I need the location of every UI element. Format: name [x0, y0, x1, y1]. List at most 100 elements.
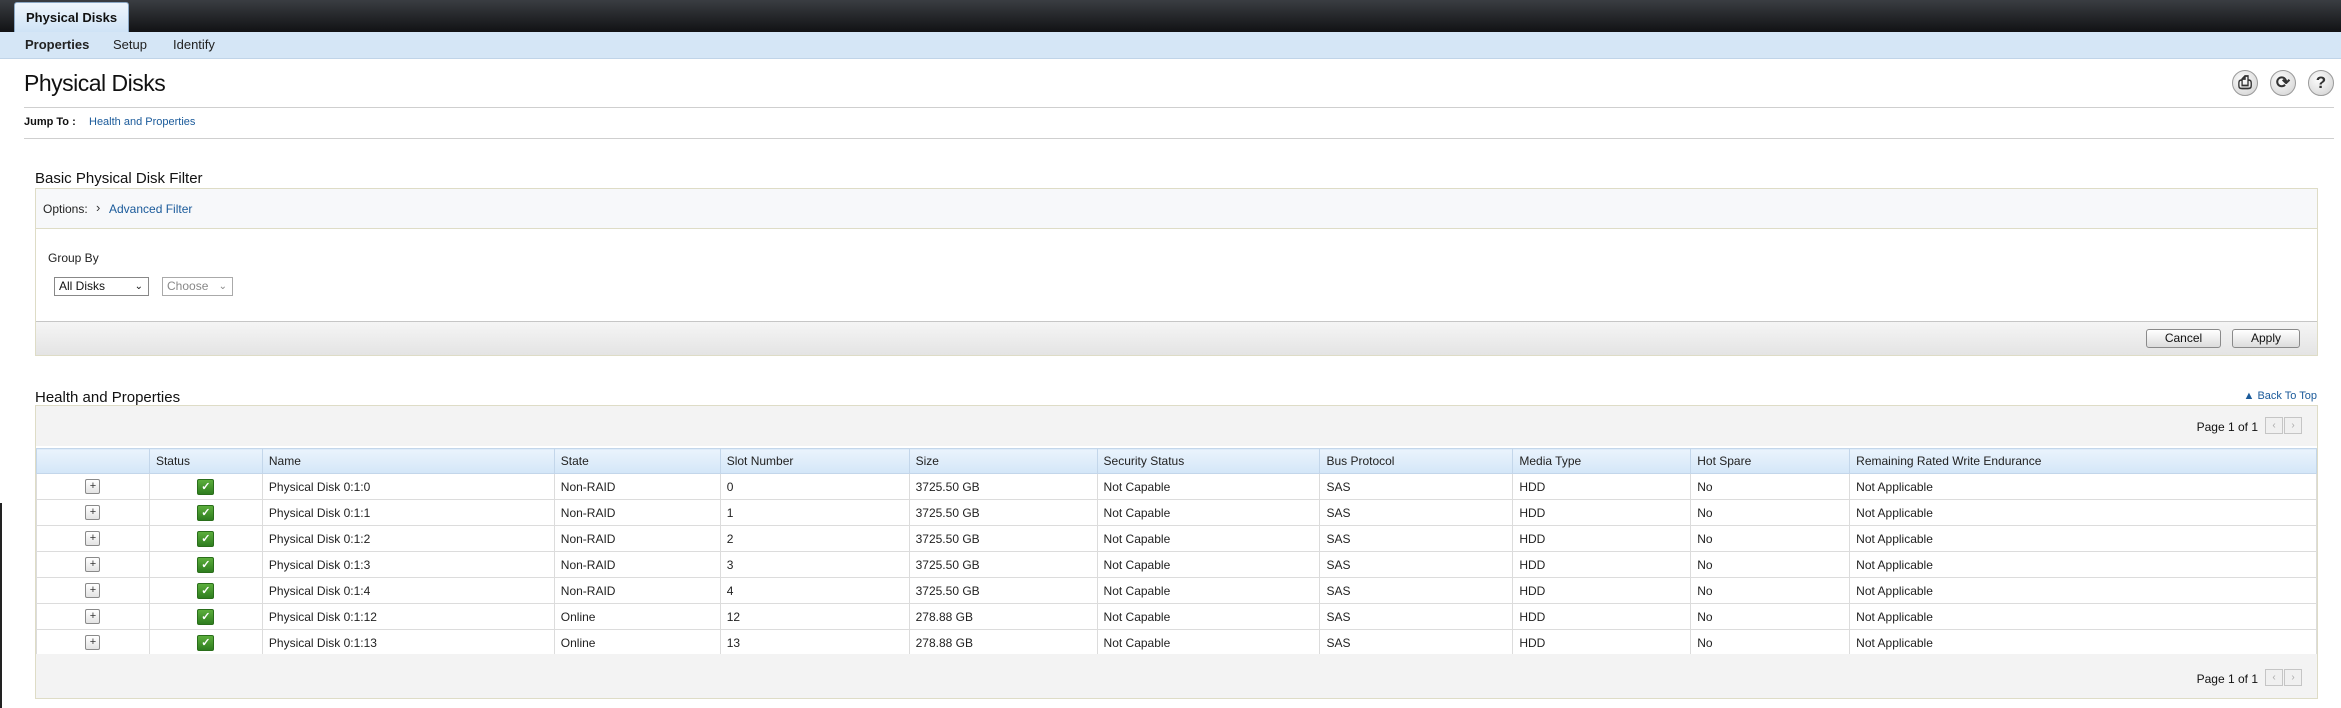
- prev-page-icon[interactable]: ‹: [2265, 669, 2283, 686]
- expand-cell: +: [36, 603, 150, 630]
- pager-bottom: Page 1 of 1 ‹ ›: [36, 654, 2317, 698]
- cell-security: Not Capable: [1096, 499, 1321, 526]
- cell-name: Physical Disk 0:1:12: [261, 603, 555, 630]
- column-header-size: Size: [908, 448, 1098, 474]
- cell-state: Non-RAID: [553, 551, 721, 578]
- cell-bus: SAS: [1319, 499, 1514, 526]
- table-row[interactable]: + ✓ Physical Disk 0:1:12 Online 12 278.88 GB N…: [36, 603, 2317, 630]
- expand-row-icon[interactable]: +: [85, 635, 101, 651]
- cell-security: Not Capable: [1096, 577, 1321, 604]
- table-row[interactable]: + ✓ Physical Disk 0:1:1 Non-RAID 1 3725.50 GB…: [36, 499, 2317, 526]
- expand-cell: +: [36, 525, 150, 552]
- cell-slot: 2: [719, 525, 910, 552]
- table-row[interactable]: + ✓ Physical Disk 0:1:2 Non-RAID 2 3725.50 GB…: [36, 525, 2317, 552]
- subnav-setup[interactable]: Setup: [113, 32, 147, 58]
- cell-slot: 0: [719, 473, 910, 500]
- cell-slot: 13: [719, 629, 910, 656]
- cell-security: Not Capable: [1096, 525, 1321, 552]
- cell-endurance: Not Applicable: [1849, 551, 2317, 578]
- cell-endurance: Not Applicable: [1849, 473, 2317, 500]
- expand-row-icon[interactable]: +: [85, 505, 101, 521]
- refresh-icon[interactable]: ⟳: [2270, 70, 2296, 96]
- cell-hot-spare: No: [1690, 603, 1851, 630]
- table-row[interactable]: + ✓ Physical Disk 0:1:3 Non-RAID 3 3725.50 GB…: [36, 551, 2317, 578]
- column-header-name: Name: [261, 448, 555, 474]
- filter-options-row: Options: › Advanced Filter: [36, 189, 2317, 229]
- subnav-properties[interactable]: Properties: [25, 32, 89, 58]
- cell-hot-spare: No: [1690, 473, 1851, 500]
- expand-cell: +: [36, 577, 150, 604]
- expand-row-icon[interactable]: +: [85, 557, 101, 573]
- jump-to: Jump To : Health and Properties: [24, 116, 195, 128]
- expand-row-icon[interactable]: +: [85, 583, 101, 599]
- filter-action-bar: Cancel Apply: [36, 321, 2317, 355]
- subnav-identify[interactable]: Identify: [173, 32, 215, 58]
- column-header-security-status: Security Status: [1096, 448, 1321, 474]
- cell-bus: SAS: [1319, 473, 1514, 500]
- prev-page-icon[interactable]: ‹: [2265, 417, 2283, 434]
- health-table-panel: Page 1 of 1 ‹ › Status Name State Slot Numb…: [35, 405, 2318, 699]
- cell-security: Not Capable: [1096, 551, 1321, 578]
- cell-media: HDD: [1512, 473, 1692, 500]
- cell-endurance: Not Applicable: [1849, 577, 2317, 604]
- cell-media: HDD: [1512, 551, 1692, 578]
- cell-hot-spare: No: [1690, 577, 1851, 604]
- cell-slot: 3: [719, 551, 910, 578]
- column-header-expand: [36, 448, 150, 474]
- status-cell: ✓: [148, 525, 263, 552]
- status-ok-icon: ✓: [197, 530, 215, 547]
- print-icon[interactable]: ⎙: [2232, 70, 2258, 96]
- expand-row-icon[interactable]: +: [85, 531, 101, 547]
- expand-row-icon[interactable]: +: [85, 479, 101, 495]
- cell-media: HDD: [1512, 629, 1692, 656]
- cell-media: HDD: [1512, 577, 1692, 604]
- cell-size: 278.88 GB: [908, 629, 1098, 656]
- help-icon[interactable]: ?: [2308, 70, 2334, 96]
- expand-row-icon[interactable]: +: [85, 609, 101, 625]
- chevron-down-icon: ⌄: [134, 281, 143, 292]
- cell-name: Physical Disk 0:1:13: [261, 629, 555, 656]
- table-header-row: Status Name State Slot Number Size Security S…: [36, 448, 2317, 474]
- cell-media: HDD: [1512, 603, 1692, 630]
- cell-security: Not Capable: [1096, 629, 1321, 656]
- divider: [24, 138, 2334, 139]
- cell-size: 278.88 GB: [908, 603, 1098, 630]
- health-section-title: Health and Properties: [35, 389, 181, 406]
- status-cell: ✓: [148, 551, 263, 578]
- table-row[interactable]: + ✓ Physical Disk 0:1:4 Non-RAID 4 3725.50 GB…: [36, 577, 2317, 604]
- next-page-icon[interactable]: ›: [2284, 669, 2302, 686]
- cell-state: Non-RAID: [553, 473, 721, 500]
- top-tab-bar: Physical Disks: [0, 0, 2341, 32]
- chevron-right-icon[interactable]: ›: [96, 200, 100, 215]
- window-edge: [0, 503, 2, 708]
- status-ok-icon: ✓: [197, 504, 215, 521]
- group-by-select[interactable]: All Disks ⌄: [54, 277, 149, 296]
- tab-physical-disks[interactable]: Physical Disks: [14, 2, 130, 32]
- cell-slot: 4: [719, 577, 910, 604]
- cell-name: Physical Disk 0:1:2: [261, 525, 555, 552]
- next-page-icon[interactable]: ›: [2284, 417, 2302, 434]
- cell-size: 3725.50 GB: [908, 499, 1098, 526]
- choose-select[interactable]: Choose ⌄: [162, 277, 233, 296]
- cell-media: HDD: [1512, 525, 1692, 552]
- advanced-filter-link[interactable]: Advanced Filter: [109, 202, 192, 216]
- apply-button[interactable]: Apply: [2232, 329, 2300, 348]
- cell-security: Not Capable: [1096, 473, 1321, 500]
- cell-name: Physical Disk 0:1:4: [261, 577, 555, 604]
- table-row[interactable]: + ✓ Physical Disk 0:1:13 Online 13 278.88 GB N…: [36, 629, 2317, 656]
- cell-media: HDD: [1512, 499, 1692, 526]
- jump-link-health[interactable]: Health and Properties: [89, 116, 195, 128]
- cancel-button[interactable]: Cancel: [2146, 329, 2221, 348]
- cell-bus: SAS: [1319, 603, 1514, 630]
- status-ok-icon: ✓: [197, 608, 215, 625]
- table-row[interactable]: + ✓ Physical Disk 0:1:0 Non-RAID 0 3725.50 GB…: [36, 473, 2317, 500]
- back-to-top-link[interactable]: ▲ Back To Top: [2244, 390, 2317, 402]
- page-indicator: Page 1 of 1: [2196, 420, 2258, 434]
- status-cell: ✓: [148, 629, 263, 656]
- cell-state: Non-RAID: [553, 525, 721, 552]
- expand-cell: +: [36, 499, 150, 526]
- cell-hot-spare: No: [1690, 551, 1851, 578]
- column-header-hot-spare: Hot Spare: [1690, 448, 1851, 474]
- page-indicator: Page 1 of 1: [2196, 672, 2258, 686]
- cell-bus: SAS: [1319, 525, 1514, 552]
